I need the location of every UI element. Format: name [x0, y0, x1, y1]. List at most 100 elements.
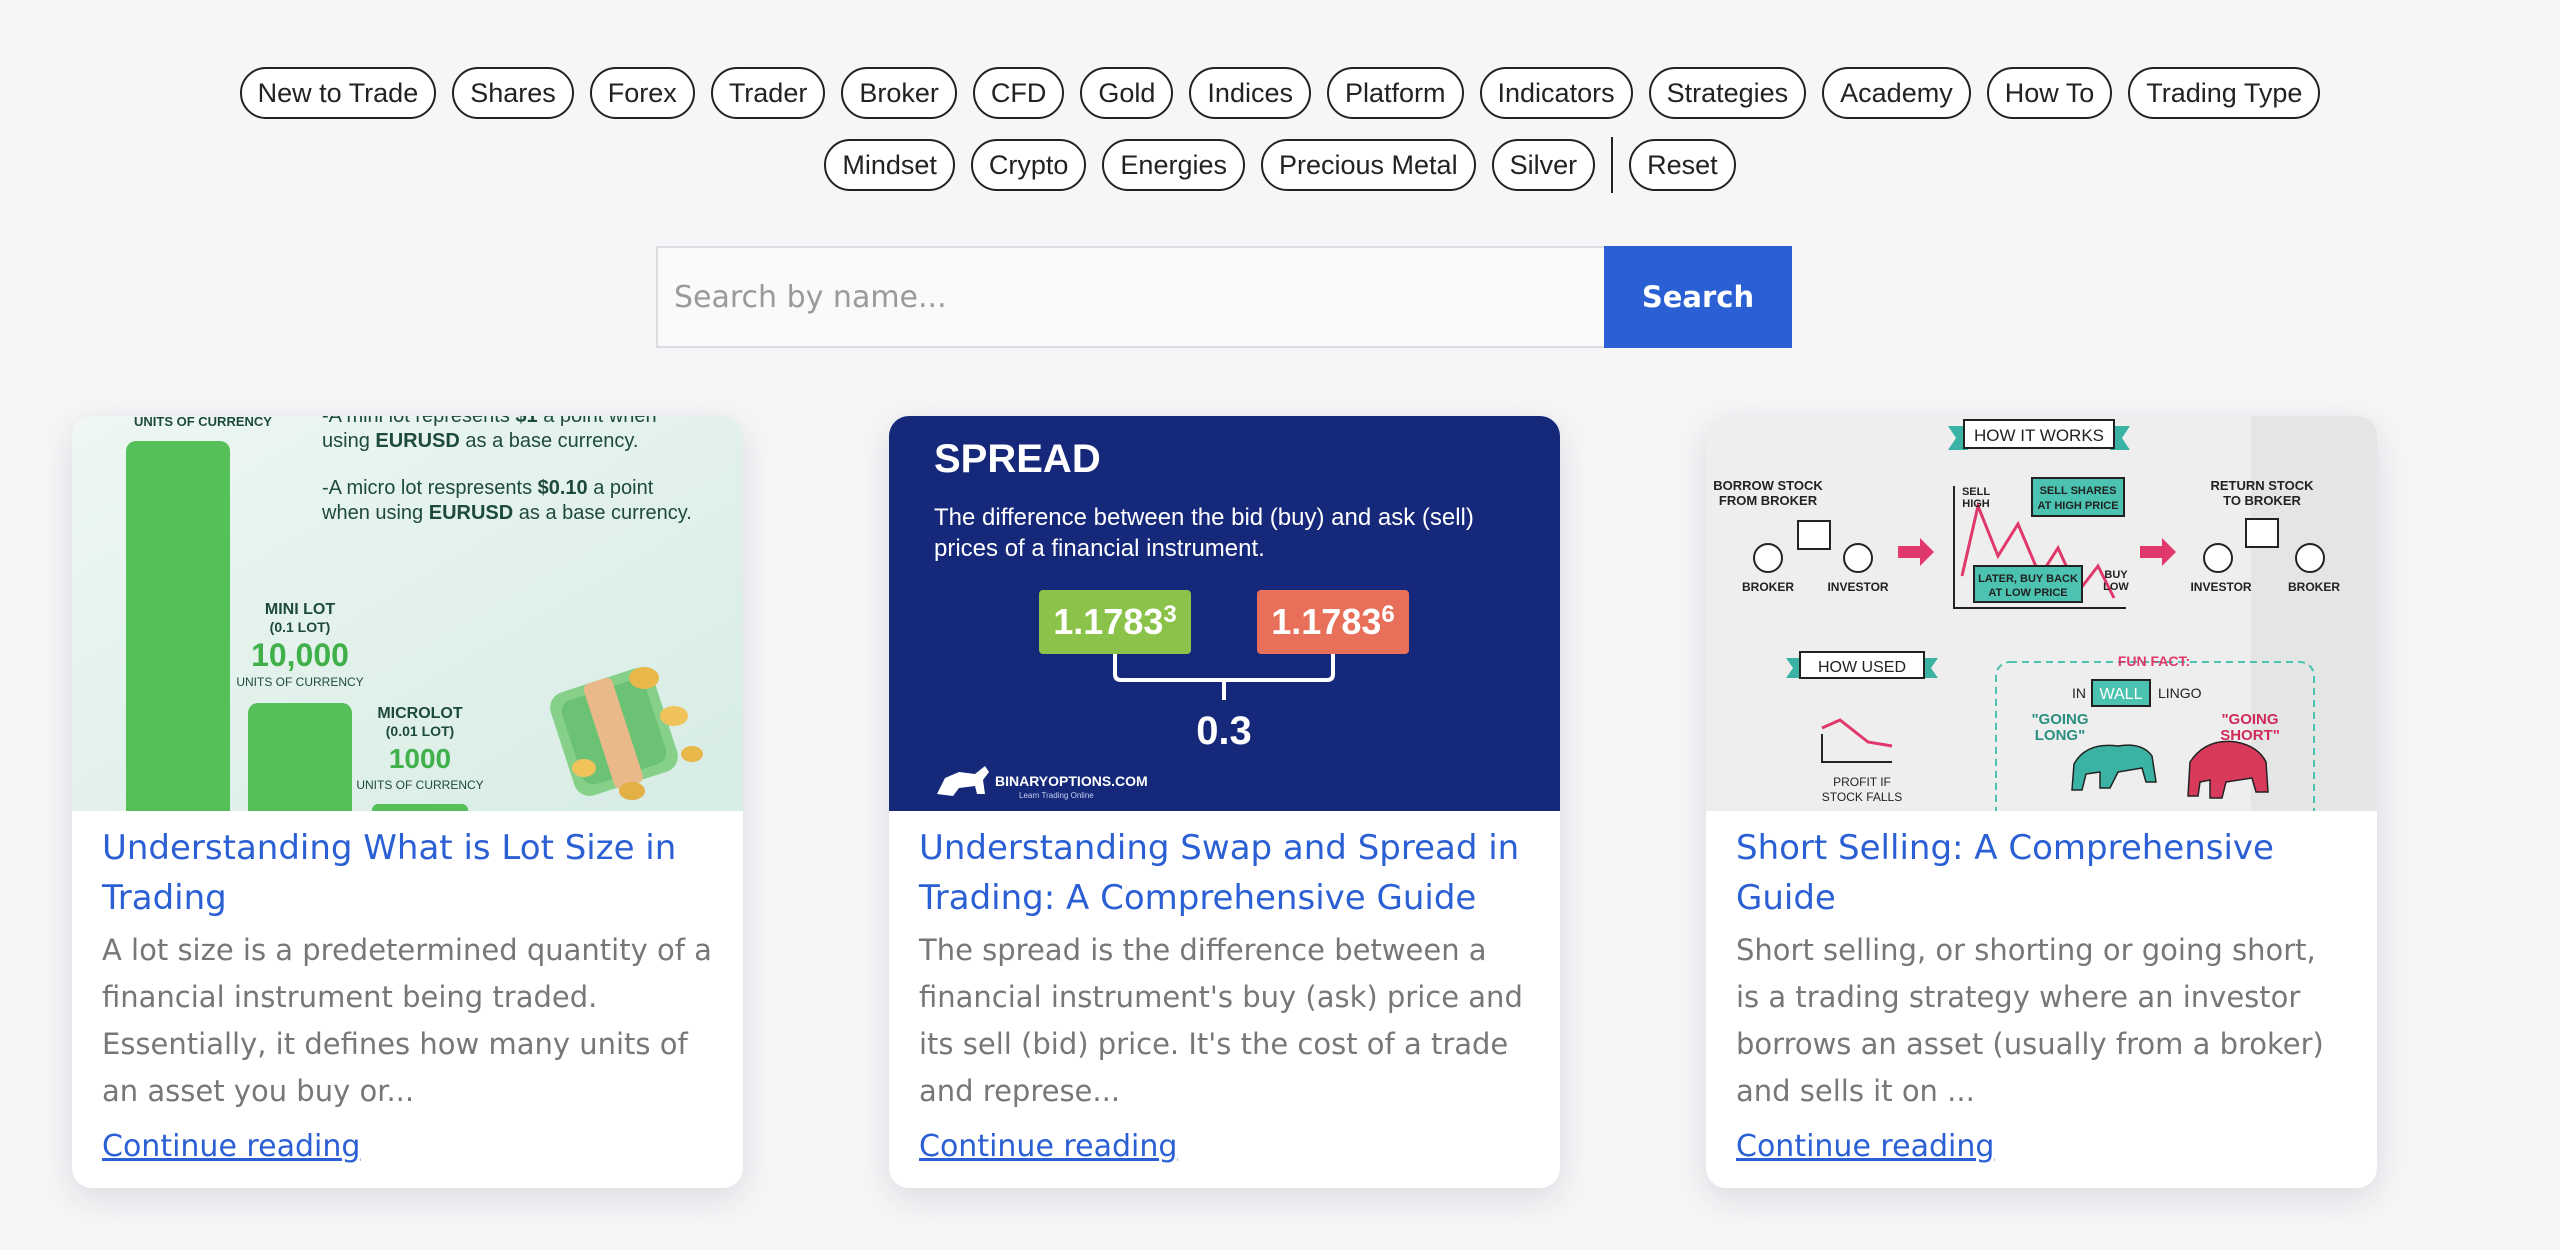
return-label-1: RETURN STOCK	[2210, 478, 2314, 493]
filter-row-1: New to Trade Shares Forex Trader Broker CFD Go…	[0, 65, 2560, 121]
mini-lot-label: MINI LOT	[265, 601, 335, 618]
wall-label: WALL	[2100, 686, 2143, 703]
how-it-works-banner: HOW IT WORKS	[1948, 419, 2130, 450]
article-card: UNITS OF CURRENCY -A mini lot represents…	[72, 416, 743, 1188]
card-image-spread[interactable]: SPREAD The difference between the bid (b…	[889, 416, 1560, 811]
search-bar: Search	[656, 246, 1792, 348]
svg-text:AT LOW PRICE: AT LOW PRICE	[1988, 587, 2067, 599]
filter-tag-broker[interactable]: Broker	[841, 67, 957, 119]
lingo-label: LINGO	[2158, 685, 2202, 701]
filter-tag-indices[interactable]: Indices	[1189, 67, 1311, 119]
investor-face-icon	[1843, 543, 1873, 573]
going-short-1: "GOING	[2221, 711, 2278, 728]
filter-tag-forex[interactable]: Forex	[589, 67, 695, 119]
search-button[interactable]: Search	[1604, 246, 1792, 348]
filter-tag-trading-type[interactable]: Trading Type	[2128, 67, 2321, 119]
svg-text:AT HIGH PRICE: AT HIGH PRICE	[2037, 500, 2118, 512]
investor-label: INVESTOR	[2190, 580, 2251, 594]
filter-tag-academy[interactable]: Academy	[1822, 67, 1971, 119]
svg-text:HOW IT WORKS: HOW IT WORKS	[1974, 426, 2104, 445]
continue-reading-link[interactable]: Continue reading	[102, 1129, 360, 1164]
filter-tag-platform[interactable]: Platform	[1326, 67, 1464, 119]
spread-desc-2: prices of a financial instrument.	[934, 535, 1265, 562]
micro-lot-units: UNITS OF CURRENCY	[356, 778, 483, 792]
card-title[interactable]: Short Selling: A Comprehensive Guide	[1736, 823, 2347, 923]
investor-face-icon	[2203, 543, 2233, 573]
short-selling-illustration: HOW IT WORKS BORROW STOCK FROM BROKER BR…	[1706, 416, 2377, 811]
going-long-2: LONG"	[2035, 727, 2085, 744]
stock-certificate-icon	[2245, 518, 2279, 548]
filter-tag-cfd[interactable]: CFD	[972, 67, 1065, 119]
sell-high-2: HIGH	[1962, 498, 1990, 510]
card-image-lot-size[interactable]: UNITS OF CURRENCY -A mini lot represents…	[72, 416, 743, 811]
svg-text:SELL SHARES: SELL SHARES	[2040, 485, 2117, 497]
how-used-banner: HOW USED	[1786, 651, 1938, 679]
micro-lot-sub: (0.01 LOT)	[386, 723, 454, 739]
lot-size-illustration: UNITS OF CURRENCY -A mini lot represents…	[72, 416, 743, 811]
mini-lot-bar	[248, 703, 352, 811]
standard-lot-bar	[126, 441, 230, 811]
sell-high-1: SELL	[1962, 486, 1990, 498]
card-excerpt: Short selling, or shorting or going shor…	[1736, 933, 2324, 1108]
filter-tag-strategies[interactable]: Strategies	[1648, 67, 1807, 119]
filter-tag-how-to[interactable]: How To	[1986, 67, 2113, 119]
info-line-3: -A micro lot respresents $0.10 a point	[322, 477, 654, 499]
continue-reading-link[interactable]: Continue reading	[919, 1129, 1177, 1164]
filter-tag-trader[interactable]: Trader	[710, 67, 826, 119]
filter-tag-gold[interactable]: Gold	[1080, 67, 1174, 119]
mini-lot-value: 10,000	[251, 637, 349, 673]
going-long-1: "GOING	[2031, 711, 2088, 728]
broker-face-icon	[2295, 543, 2325, 573]
return-label-2: TO BROKER	[2223, 493, 2301, 508]
info-line-4: when using EURUSD as a base currency.	[321, 502, 692, 524]
card-excerpt: A lot size is a predetermined quantity o…	[102, 933, 712, 1108]
fun-fact-label: FUN FACT:	[2118, 653, 2190, 669]
bid-price: 1.17833	[1053, 601, 1176, 642]
in-label: IN	[2072, 685, 2086, 701]
brand-tagline: Learn Trading Online	[1019, 791, 1094, 800]
top-units-label: UNITS OF CURRENCY	[134, 416, 272, 429]
mini-lot-units: UNITS OF CURRENCY	[236, 675, 363, 689]
micro-lot-value: 1000	[389, 743, 451, 774]
filter-divider	[1611, 137, 1614, 193]
filter-tag-new-to-trade[interactable]: New to Trade	[239, 67, 437, 119]
continue-reading-link[interactable]: Continue reading	[1736, 1129, 1994, 1164]
buy-low-1: BUY	[2104, 569, 2128, 581]
filter-tag-indicators[interactable]: Indicators	[1479, 67, 1633, 119]
borrow-label-1: BORROW STOCK	[1713, 478, 1823, 493]
ask-price: 1.17836	[1271, 601, 1394, 642]
filter-tag-shares[interactable]: Shares	[452, 67, 574, 119]
info-line-1: -A mini lot represents $1 a point when	[322, 416, 657, 427]
broker-label: BROKER	[1742, 580, 1794, 594]
profit-label-2: STOCK FALLS	[1822, 790, 1902, 804]
article-card: SPREAD The difference between the bid (b…	[889, 416, 1560, 1188]
card-image-short-selling[interactable]: HOW IT WORKS BORROW STOCK FROM BROKER BR…	[1706, 416, 2377, 811]
filter-tag-mindset[interactable]: Mindset	[824, 139, 955, 191]
profit-label-1: PROFIT IF	[1833, 775, 1891, 789]
svg-text:HOW USED: HOW USED	[1818, 659, 1906, 676]
broker-label: BROKER	[2288, 580, 2340, 594]
filter-tags: New to Trade Shares Forex Trader Broker CFD Go…	[0, 65, 2560, 209]
article-card: HOW IT WORKS BORROW STOCK FROM BROKER BR…	[1706, 416, 2377, 1188]
broker-face-icon	[1753, 543, 1783, 573]
micro-lot-label: MICROLOT	[377, 705, 463, 722]
investor-label: INVESTOR	[1827, 580, 1888, 594]
card-title[interactable]: Understanding What is Lot Size in Tradin…	[102, 823, 713, 923]
spread-illustration: SPREAD The difference between the bid (b…	[889, 416, 1560, 811]
spread-heading: SPREAD	[934, 437, 1101, 481]
filter-tag-crypto[interactable]: Crypto	[970, 139, 1087, 191]
card-title[interactable]: Understanding Swap and Spread in Trading…	[919, 823, 1530, 923]
spread-desc-1: The difference between the bid (buy) and…	[934, 504, 1474, 531]
mini-lot-sub: (0.1 LOT)	[270, 619, 331, 635]
info-line-2: using EURUSD as a base currency.	[322, 430, 638, 452]
spread-difference: 0.3	[1196, 709, 1252, 753]
micro-lot-bar	[372, 804, 468, 811]
card-excerpt: The spread is the difference between a f…	[919, 933, 1523, 1108]
svg-text:LATER, BUY BACK: LATER, BUY BACK	[1978, 573, 2078, 585]
buy-low-2: LOW	[2103, 581, 2129, 593]
reset-button[interactable]: Reset	[1629, 139, 1736, 191]
filter-tag-precious-metal[interactable]: Precious Metal	[1261, 139, 1476, 191]
filter-tag-energies[interactable]: Energies	[1102, 139, 1245, 191]
filter-tag-silver[interactable]: Silver	[1491, 139, 1596, 191]
search-input[interactable]	[656, 246, 1604, 348]
